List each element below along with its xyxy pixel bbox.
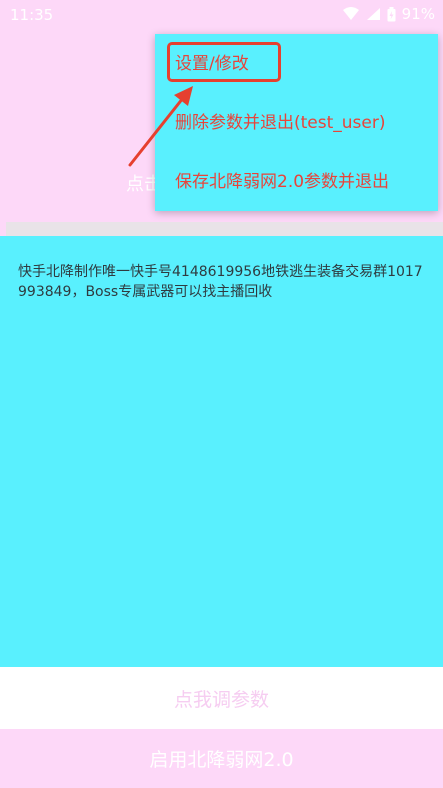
status-icons: 91%	[342, 5, 435, 23]
status-time: 11:35	[10, 6, 54, 24]
adjust-params-button[interactable]: 点我调参数	[0, 667, 443, 729]
info-text: 快手北降制作唯一快手号4148619956地铁逃生装备交易群1017993849…	[18, 264, 423, 300]
wifi-icon	[342, 7, 359, 20]
battery-percent: 91%	[401, 5, 435, 23]
divider	[6, 222, 443, 236]
menu-item-delete-and-exit[interactable]: 删除参数并退出(test_user)	[155, 94, 438, 152]
menu-item-save-and-exit[interactable]: 保存北降弱网2.0参数并退出	[155, 153, 438, 211]
enable-button[interactable]: 启用北降弱网2.0	[0, 729, 443, 788]
signal-icon	[366, 8, 380, 20]
content-panel: 快手北降制作唯一快手号4148619956地铁逃生装备交易群1017993849…	[0, 236, 443, 667]
highlight-box	[167, 42, 281, 82]
status-bar: 11:35 91%	[0, 0, 443, 30]
battery-icon	[387, 6, 396, 21]
